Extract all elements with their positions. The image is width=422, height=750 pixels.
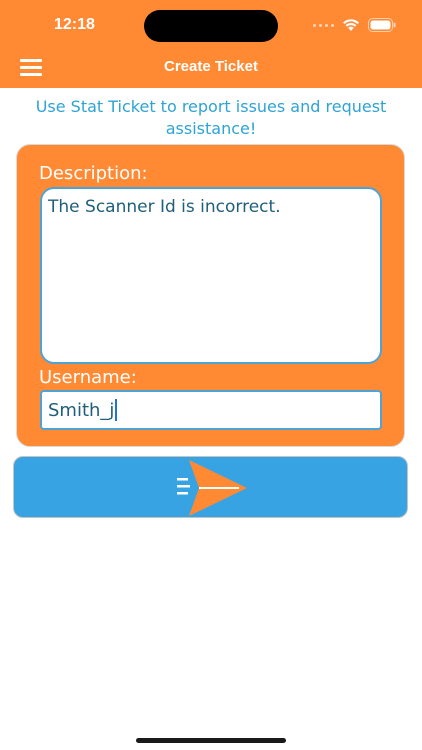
send-icon bbox=[177, 460, 247, 516]
status-icons bbox=[313, 17, 396, 33]
username-label: Username: bbox=[39, 367, 137, 388]
nav-bar: Create Ticket bbox=[0, 50, 422, 88]
status-bar: 12:18 bbox=[0, 0, 422, 50]
description-label: Description: bbox=[39, 163, 148, 184]
wifi-icon bbox=[343, 19, 359, 31]
description-field[interactable]: The Scanner Id is incorrect. bbox=[40, 187, 382, 364]
text-caret bbox=[115, 399, 118, 421]
status-time: 12:18 bbox=[54, 16, 95, 33]
username-field[interactable]: Smith_j bbox=[40, 390, 382, 430]
submit-ticket-button[interactable] bbox=[13, 456, 408, 518]
app-header: 12:18 Create Ticket bbox=[0, 0, 422, 88]
username-text: Smith_j bbox=[48, 399, 115, 421]
dynamic-island bbox=[144, 10, 278, 42]
ticket-form-card: Description: The Scanner Id is incorrect… bbox=[16, 144, 405, 447]
intro-text: Use Stat Ticket to report issues and req… bbox=[35, 97, 387, 138]
battery-icon bbox=[368, 18, 396, 32]
signal-icon bbox=[313, 23, 334, 27]
home-indicator bbox=[136, 738, 286, 743]
page-title: Create Ticket bbox=[164, 58, 258, 75]
description-text: The Scanner Id is incorrect. bbox=[48, 197, 281, 217]
